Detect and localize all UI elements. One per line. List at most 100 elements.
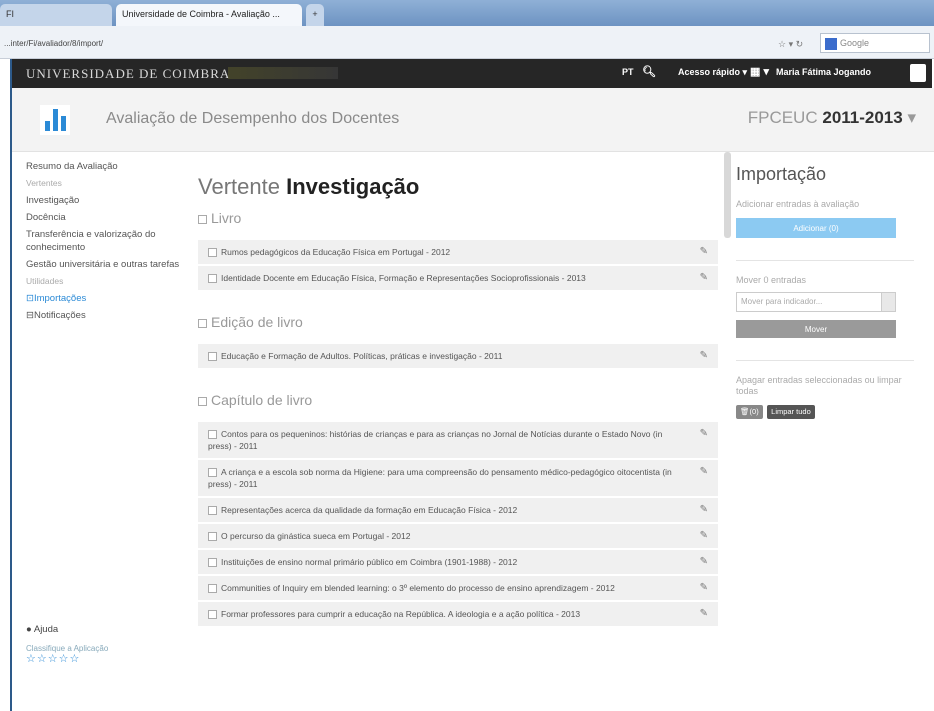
delete-selected-button[interactable]: 🗑︎(0) — [736, 405, 763, 419]
move-select-placeholder: Mover para indicador... — [741, 297, 823, 306]
list-item[interactable]: Instituições de ensino normal primário p… — [198, 550, 718, 576]
row-label: Contos para os pequeninos: histórias de … — [208, 429, 663, 451]
sidebar-section-label: Vertentes — [26, 178, 62, 188]
row-checkbox[interactable] — [208, 558, 217, 568]
section-title[interactable]: Edição de livro — [198, 314, 718, 330]
list-item[interactable]: Communities of Inquiry em blended learni… — [198, 576, 718, 602]
add-entries-button[interactable]: Adicionar (0) — [736, 218, 896, 238]
search-engine-label: Google — [840, 38, 870, 48]
import-panel: Importação Adicionar entradas à avaliaçã… — [736, 150, 914, 711]
list-item[interactable]: Rumos pedagógicos da Educação Física em … — [198, 240, 718, 266]
avatar[interactable] — [910, 64, 926, 82]
pencil-icon[interactable]: ✎ — [700, 246, 708, 258]
sidebar-section-label: Utilidades — [26, 276, 64, 286]
window-border — [10, 59, 12, 711]
row-label: Communities of Inquiry em blended learni… — [221, 583, 615, 593]
pencil-icon[interactable]: ✎ — [700, 530, 708, 542]
app-header: Avaliação de Desempenho dos Docentes FPC… — [12, 88, 934, 152]
user-name[interactable]: Maria Fátima Jogando — [776, 67, 871, 77]
sidebar-item-label: Notificações — [33, 310, 86, 321]
row-label: O percurso da ginástica sueca em Portuga… — [221, 531, 411, 541]
pencil-icon[interactable]: ✎ — [700, 504, 708, 516]
section-title[interactable]: Livro — [198, 210, 718, 226]
row-checkbox[interactable] — [208, 352, 217, 362]
reload-icon[interactable]: ☆ ▾ ↻ — [778, 35, 803, 53]
sidebar-item-docencia[interactable]: Docência — [26, 211, 186, 224]
uc-topbar: UNIVERSIDADE DE COIMBRA PT 🔍︎ Acesso ráp… — [12, 59, 932, 88]
divider — [736, 360, 914, 361]
browser-tab[interactable]: FI — [0, 4, 112, 26]
row-checkbox[interactable] — [208, 610, 217, 620]
section-checkbox[interactable] — [198, 396, 207, 406]
list-item[interactable]: O percurso da ginástica sueca em Portuga… — [198, 524, 718, 550]
url-field[interactable]: ...inter/Fi/avaliador/8/import/ — [2, 35, 772, 53]
help-label: Ajuda — [33, 624, 59, 635]
list-item[interactable]: Educação e Formação de Adultos. Política… — [198, 344, 718, 370]
delete-count: (0) — [749, 407, 759, 416]
sidebar-item-transferencia[interactable]: Transferência e valorização do conhecime… — [26, 228, 186, 254]
scrollbar[interactable] — [724, 152, 731, 238]
uc-logo-graphic — [228, 67, 338, 79]
page-title-prefix: Vertente — [198, 174, 280, 199]
pencil-icon[interactable]: ✎ — [700, 582, 708, 594]
search-engine-box[interactable]: Google — [820, 33, 930, 53]
section-checkbox[interactable] — [198, 214, 207, 224]
sidebar-item-summary[interactable]: Resumo da Avaliação — [26, 160, 186, 173]
row-label: Representações acerca da qualidade da fo… — [221, 505, 518, 515]
pencil-icon[interactable]: ✎ — [700, 466, 708, 478]
row-checkbox[interactable] — [208, 506, 217, 516]
sidebar-item-gestao[interactable]: Gestão universitária e outras tarefas — [26, 258, 186, 271]
divider — [736, 260, 914, 261]
quick-access-menu[interactable]: Acesso rápido ▾ — [678, 67, 747, 78]
pencil-icon[interactable]: ✎ — [700, 556, 708, 568]
panel-title: Importação — [736, 164, 827, 184]
section-livro: Livro Rumos pedagógicos da Educação Físi… — [198, 210, 718, 292]
row-checkbox[interactable] — [208, 248, 217, 258]
app-title: Avaliação de Desempenho dos Docentes — [106, 110, 400, 127]
list-item[interactable]: A criança e a escola sob norma da Higien… — [198, 460, 718, 498]
row-checkbox[interactable] — [208, 468, 217, 478]
pencil-icon[interactable]: ✎ — [700, 272, 708, 284]
row-label: Educação e Formação de Adultos. Política… — [221, 351, 503, 361]
delete-entries-label: Apagar entradas seleccionadas ou limpar … — [736, 375, 902, 396]
list-item[interactable]: Identidade Docente em Educação Física, F… — [198, 266, 718, 292]
browser-tab-active[interactable]: Universidade de Coimbra - Avaliação ... — [116, 4, 302, 26]
pencil-icon[interactable]: ✎ — [700, 608, 708, 620]
pencil-icon[interactable]: ✎ — [700, 350, 708, 362]
section-title[interactable]: Capítulo de livro — [198, 392, 718, 408]
search-icon[interactable]: 🔍︎ — [642, 65, 656, 78]
section-checkbox[interactable] — [198, 318, 207, 328]
notification-icon: ⊟ — [26, 310, 34, 321]
pencil-icon[interactable]: ✎ — [700, 428, 708, 440]
uc-logo[interactable]: UNIVERSIDADE DE COIMBRA — [26, 66, 230, 82]
section-edicao-livro: Edição de livro Educação e Formação de A… — [198, 314, 718, 370]
list-item[interactable]: Representações acerca da qualidade da fo… — [198, 498, 718, 524]
context-selector[interactable]: FPCEUC 2011-2013 ▾ — [748, 108, 916, 128]
sidebar-item-investigacao[interactable]: Investigação — [26, 194, 186, 207]
row-checkbox[interactable] — [208, 274, 217, 284]
section-capitulo-livro: Capítulo de livro Contos para os pequeni… — [198, 392, 718, 628]
row-checkbox[interactable] — [208, 430, 217, 440]
page-title-main: Investigação — [286, 174, 420, 199]
new-tab-button[interactable]: + — [306, 4, 324, 26]
apps-grid-icon[interactable]: ▦ ▾ — [750, 65, 769, 78]
sidebar: Resumo da Avaliação Vertentes Investigaç… — [26, 160, 186, 326]
move-entries-label: Mover 0 entradas — [736, 275, 807, 285]
row-checkbox[interactable] — [208, 532, 217, 542]
list-item[interactable]: Contos para os pequeninos: histórias de … — [198, 422, 718, 460]
clear-all-button[interactable]: Limpar tudo — [767, 405, 815, 419]
row-label: Identidade Docente em Educação Física, F… — [221, 273, 586, 283]
sidebar-item-imports[interactable]: ⊡Importações — [26, 292, 186, 305]
help-link[interactable]: ● Ajuda — [26, 624, 58, 635]
help-icon: ● — [26, 624, 34, 635]
main-content: Vertente Investigação Livro Rumos pedagó… — [198, 150, 718, 711]
rating-stars[interactable]: ☆☆☆☆☆ — [26, 654, 108, 665]
sidebar-item-notifications[interactable]: ⊟Notificações — [26, 309, 186, 322]
language-toggle[interactable]: PT — [622, 67, 634, 77]
context-period: 2011-2013 — [822, 108, 903, 127]
trash-icon: 🗑︎ — [740, 407, 750, 416]
move-target-select[interactable]: Mover para indicador... — [736, 292, 896, 312]
row-checkbox[interactable] — [208, 584, 217, 594]
list-item[interactable]: Formar professores para cumprir a educaç… — [198, 602, 718, 628]
move-button[interactable]: Mover — [736, 320, 896, 338]
